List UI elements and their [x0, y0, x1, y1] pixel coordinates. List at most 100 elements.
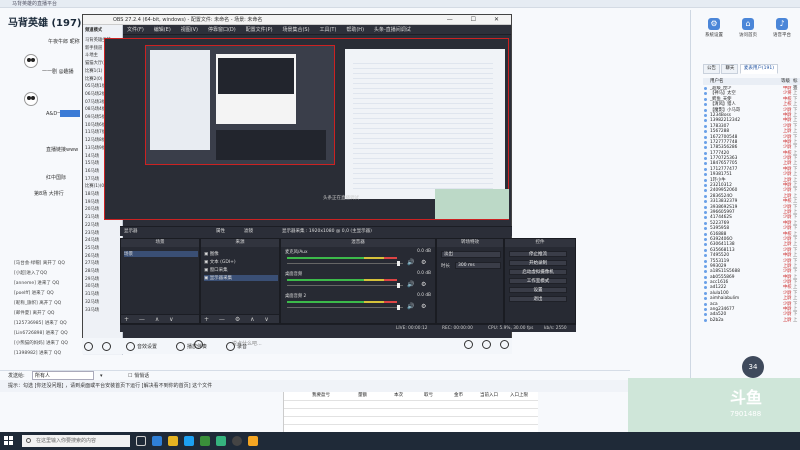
channel-tree-item[interactable]: 11马场7组 [85, 129, 106, 135]
gear-icon[interactable]: ⚙ [421, 303, 426, 310]
channel-tree-item[interactable]: 13马场9组 [85, 145, 106, 151]
obs-icon[interactable] [232, 436, 242, 446]
tab-chat[interactable]: 聊天 [721, 64, 739, 74]
voice-platform-button[interactable]: ♪ 语音平台 [771, 18, 793, 38]
start-recording-button[interactable]: 开始录制 [509, 260, 567, 266]
channel-tree-item[interactable]: 17马场 [85, 176, 99, 182]
user-list[interactable]: _超级_昆少 中尉上【神马】太空 少将上 _鳄鱼_天使 中校下【清风】猎人 上校上【魔影】… [703, 86, 800, 386]
slider-knob[interactable] [397, 305, 400, 310]
channel-tree-item[interactable]: 28马场 [85, 268, 99, 274]
settings-button[interactable]: 设置 [509, 287, 567, 293]
gear-icon[interactable]: ⚙ [421, 281, 426, 288]
windows-start-icon[interactable] [4, 436, 14, 446]
menu-scene-collection[interactable]: 场景集合(S) [278, 25, 313, 35]
chat-app-icon[interactable] [184, 436, 194, 446]
spreadsheet-header[interactable]: 取亏 [424, 392, 433, 398]
menu-view[interactable]: 视图(V) [177, 25, 202, 35]
source-item[interactable]: ▣ 图像 [204, 251, 219, 257]
channel-tree-item[interactable]: 20马场 [85, 206, 99, 212]
channel-tree-item[interactable]: 10马场6组 [85, 122, 106, 128]
spreadsheet-header[interactable]: 本次 [394, 392, 403, 398]
scenes-dock-footer[interactable]: + — ∧ ∨ [121, 314, 199, 323]
filters-button[interactable]: 滤镜 [244, 227, 253, 237]
homepage-button[interactable]: ⌂ 访问首页 [737, 18, 759, 38]
floating-avatar[interactable]: 34 [742, 356, 764, 378]
sources-dock-footer[interactable]: + — ⚙ ∧ ∨ [201, 314, 279, 323]
stop-streaming-button[interactable]: 停止推流 [509, 251, 567, 257]
send-image-button[interactable] [464, 340, 475, 349]
channel-tree-item[interactable]: 16马场 [85, 168, 99, 174]
speaker-icon[interactable]: 🔊 [407, 259, 414, 266]
source-item[interactable]: ▣ 显示器采集 [204, 275, 278, 281]
slider-knob[interactable] [397, 261, 400, 266]
properties-button[interactable]: 属性 [216, 227, 225, 237]
channel-tree-item[interactable]: 新手频道 [85, 45, 102, 51]
wechat-icon[interactable] [216, 436, 226, 446]
volume-slider[interactable] [287, 283, 403, 288]
record-button[interactable]: 录音 [226, 342, 247, 351]
channel-tree-item[interactable]: 14马场 [85, 153, 99, 159]
volume-button[interactable] [102, 342, 113, 351]
duration-input[interactable]: 300 ms [455, 262, 501, 269]
obs-preview[interactable]: 头条正在直播调试 [104, 38, 509, 220]
browser-icon[interactable] [248, 436, 258, 446]
channel-tree-item[interactable]: 06马场2组 [85, 91, 106, 97]
channel-tree-item[interactable]: 33马场 [85, 307, 99, 313]
gift-button[interactable] [500, 340, 511, 349]
channel-tree-item[interactable]: 12马场8组 [85, 137, 106, 143]
channel-tree-item[interactable]: 19马场 [85, 199, 99, 205]
taskbar-search[interactable]: 在这里输入你要搜索的内容 [22, 435, 130, 447]
channel-tree-item[interactable]: 比赛1(1) [85, 68, 102, 74]
menu-help[interactable]: 帮助(H) [342, 25, 368, 35]
slider-knob[interactable] [397, 283, 400, 288]
channel-tree-item[interactable]: 18马场 [85, 191, 99, 197]
channel-tree-item[interactable]: 31马场 [85, 291, 99, 297]
source-item[interactable]: ▣ 窗口采集 [204, 267, 228, 273]
channel-tree-item[interactable]: 32马场 [85, 299, 99, 305]
task-view-icon[interactable] [136, 436, 146, 446]
sound-settings-button[interactable]: 音效设置 [126, 342, 157, 351]
channel-tree-item[interactable]: 29马场 [85, 276, 99, 282]
window-controls[interactable]: — ☐ ✕ [447, 15, 507, 25]
speaker-icon[interactable]: 🔊 [407, 281, 414, 288]
channel-tree-item[interactable]: 25马场 [85, 245, 99, 251]
transition-select[interactable]: 淡出 [441, 251, 501, 258]
edge-icon[interactable] [152, 436, 162, 446]
speaker-icon[interactable]: 🔊 [407, 303, 414, 310]
studio-mode-button[interactable]: 工作室模式 [509, 278, 567, 284]
channel-tree-item[interactable]: 08马场4组 [85, 106, 106, 112]
menu-profile[interactable]: 配置文件(P) [242, 25, 277, 35]
settings-button[interactable]: ⚙ 系统设置 [703, 18, 725, 38]
tab-notice[interactable]: 公告 [703, 64, 720, 74]
menu-file[interactable]: 文件(F) [123, 25, 148, 35]
microphone-button[interactable] [84, 342, 95, 351]
spreadsheet-header[interactable]: 当前入口 [480, 392, 498, 398]
column-level[interactable]: 等级 [781, 78, 790, 85]
channel-tree-item[interactable]: 23马场 [85, 230, 99, 236]
spreadsheet-header[interactable]: 入口上限 [510, 392, 528, 398]
accompaniment-button[interactable]: 播放伴奏 [176, 342, 207, 351]
channel-tree-item[interactable]: 斗地主 [85, 52, 98, 58]
channel-tree-item[interactable]: 27马场 [85, 260, 99, 266]
excel-icon[interactable] [200, 436, 210, 446]
channel-tree-item[interactable]: 15马场 [85, 160, 99, 166]
channel-tree-item[interactable]: 09马场5组 [85, 114, 106, 120]
menu-debug[interactable]: 头条-直播间调试 [370, 25, 415, 35]
user-row[interactable]: b2b2a 上尉上 [703, 318, 800, 323]
volume-slider[interactable] [287, 261, 403, 266]
column-username[interactable]: 用户名 [710, 78, 724, 85]
source-item[interactable]: ▣ 文本 (GDI+) [204, 259, 236, 265]
screenshot-button[interactable] [482, 340, 493, 349]
channel-tree-item[interactable]: 07马场3组 [85, 99, 106, 105]
channel-tree-item[interactable]: 30马场 [85, 283, 99, 289]
exit-button[interactable]: 退出 [509, 296, 567, 302]
channel-tree-item[interactable]: 比赛2(0) [85, 76, 102, 82]
file-explorer-icon[interactable] [168, 436, 178, 446]
spreadsheet-header[interactable]: 量额 [358, 392, 367, 398]
avatar[interactable] [24, 92, 38, 106]
virtual-camera-button[interactable]: 启动虚拟摄像机 [509, 269, 567, 275]
channel-tree-item[interactable]: 05马场1组 [85, 83, 106, 89]
menu-docks[interactable]: 停靠窗口(D) [204, 25, 240, 35]
menu-tools[interactable]: 工具(T) [315, 25, 340, 35]
channel-tree-item[interactable]: 比赛(1)(0) [85, 183, 106, 189]
